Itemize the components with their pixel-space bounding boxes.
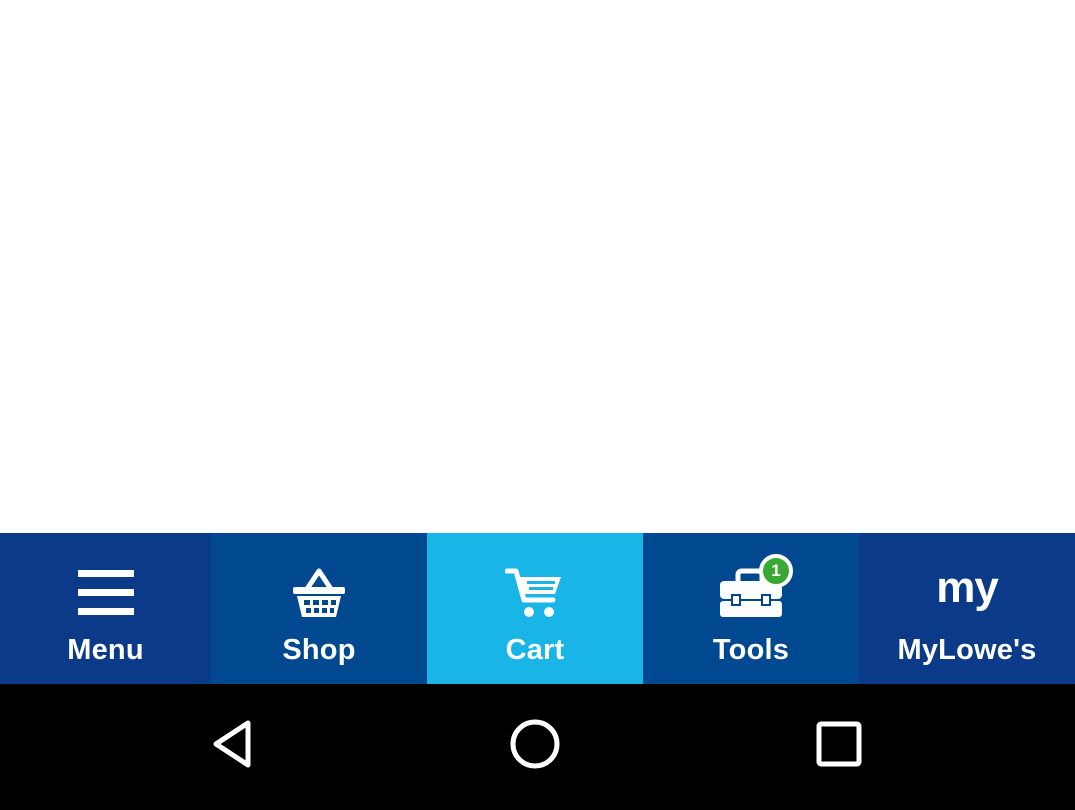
android-system-nav-bar bbox=[0, 684, 1075, 810]
nav-label-cart: Cart bbox=[505, 634, 565, 666]
bottom-navigation-bar: Menu Shop Cart 1 Tools my MyLowe's bbox=[0, 533, 1075, 684]
nav-label-shop: Shop bbox=[282, 634, 356, 666]
hamburger-menu-icon bbox=[56, 562, 156, 624]
recents-icon[interactable] bbox=[809, 714, 869, 774]
nav-item-tools[interactable]: 1 Tools bbox=[643, 533, 859, 684]
toolbox-icon: 1 bbox=[701, 554, 801, 624]
my-lowes-icon: my bbox=[917, 562, 1017, 624]
back-icon[interactable] bbox=[203, 714, 263, 774]
my-lowes-icon-text: my bbox=[936, 563, 999, 612]
nav-label-tools: Tools bbox=[712, 634, 790, 666]
nav-item-shop[interactable]: Shop bbox=[211, 533, 427, 684]
tools-notification-badge: 1 bbox=[759, 554, 793, 588]
home-icon[interactable] bbox=[505, 714, 565, 774]
nav-label-mylowes: MyLowe's bbox=[897, 634, 1037, 666]
nav-label-menu: Menu bbox=[67, 634, 144, 666]
app-screen: Menu Shop Cart 1 Tools my MyLowe's bbox=[0, 0, 1075, 810]
nav-item-mylowes[interactable]: my MyLowe's bbox=[859, 533, 1075, 684]
shopping-cart-icon bbox=[485, 562, 585, 624]
nav-item-menu[interactable]: Menu bbox=[0, 533, 211, 684]
shopping-basket-icon bbox=[269, 562, 369, 624]
nav-item-cart[interactable]: Cart bbox=[427, 533, 643, 684]
content-area bbox=[0, 0, 1075, 533]
